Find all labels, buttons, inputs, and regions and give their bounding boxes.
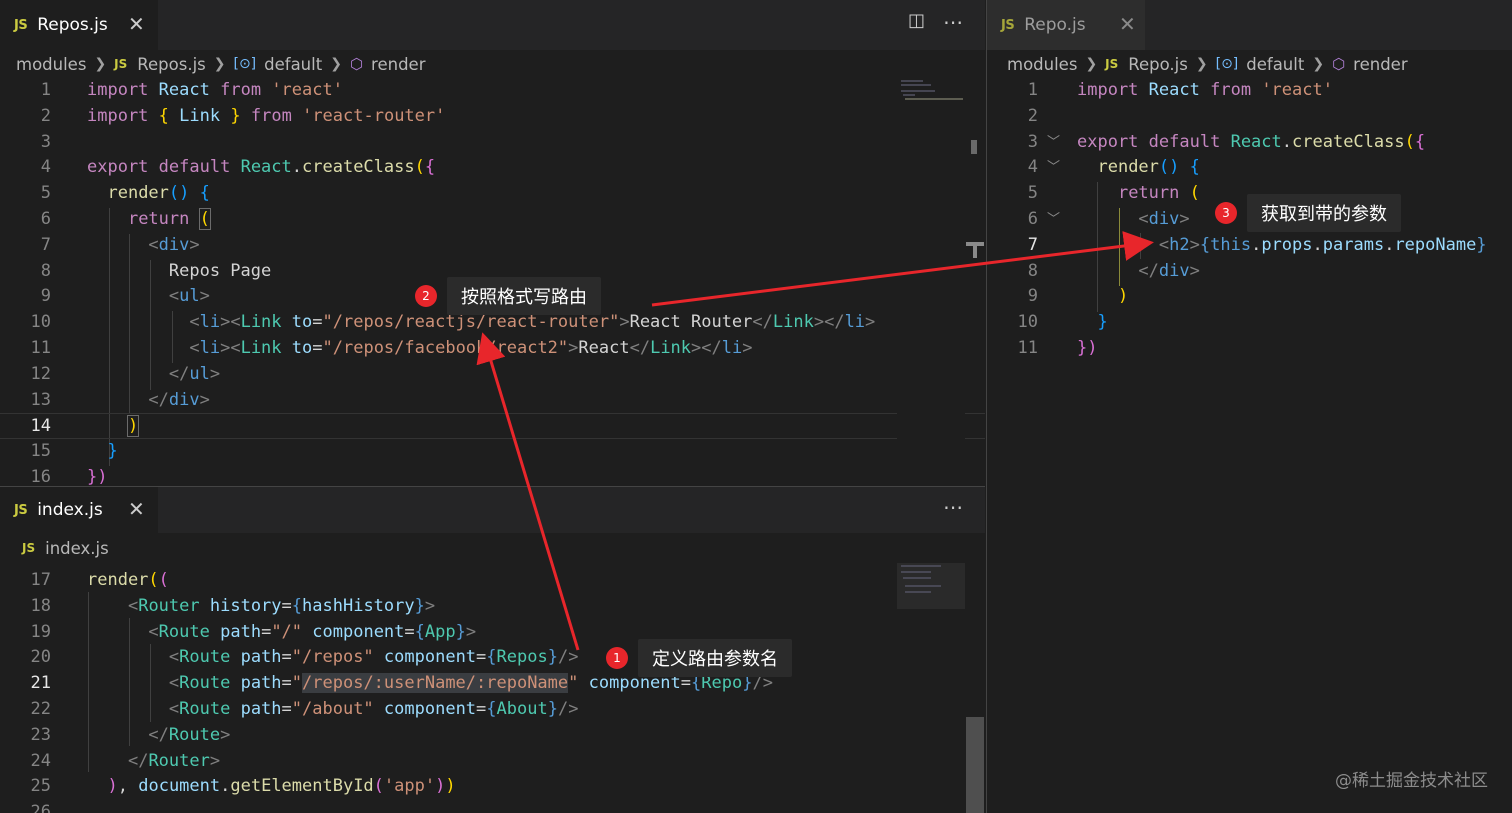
annotation-2: 2 按照格式写路由 [415, 277, 601, 315]
annotation-label: 定义路由参数名 [638, 639, 792, 677]
annotation-arrows [476, 231, 1154, 651]
annotation-3: 3 获取到带的参数 [1215, 194, 1401, 232]
annotation-label: 按照格式写路由 [447, 277, 601, 315]
watermark: @稀土掘金技术社区 [1335, 771, 1488, 791]
annotation-number: 2 [415, 285, 437, 307]
annotation-label: 获取到带的参数 [1247, 194, 1401, 232]
arrow-route-to-link [476, 332, 580, 651]
annotation-1: 1 定义路由参数名 [606, 639, 792, 677]
annotation-number: 1 [606, 647, 628, 669]
arrow-link-to-params [651, 231, 1154, 307]
annotation-number: 3 [1215, 202, 1237, 224]
